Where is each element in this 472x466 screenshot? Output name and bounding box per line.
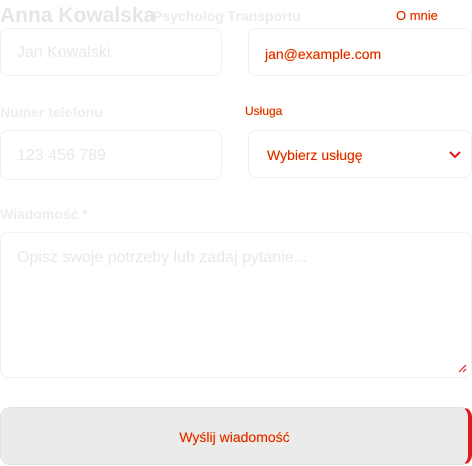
resize-grip-icon[interactable]: [457, 363, 467, 373]
brand-subtitle: Psycholog Transportu: [153, 8, 301, 24]
message-placeholder: Opisz swoje potrzeby lub zadaj pytanie..…: [17, 249, 307, 266]
message-label: Wiadomość *: [0, 206, 88, 222]
nav-link-about[interactable]: O mnie: [396, 8, 438, 23]
phone-input[interactable]: 123 456 789: [0, 130, 222, 180]
phone-label: Numer telefonu: [0, 104, 103, 120]
topic-select[interactable]: Wybierz usługę: [248, 130, 472, 178]
brand-name[interactable]: Anna Kowalska: [0, 4, 155, 28]
chevron-down-icon: [449, 151, 461, 159]
email-input[interactable]: jan@example.com: [248, 28, 472, 76]
topic-select-value: Wybierz usługę: [267, 147, 363, 163]
message-textarea[interactable]: Opisz swoje potrzeby lub zadaj pytanie..…: [0, 232, 472, 378]
name-input[interactable]: Jan Kowalski: [0, 28, 222, 76]
topic-label: Usługa: [245, 104, 283, 118]
submit-button[interactable]: Wyślij wiadomość: [0, 407, 472, 465]
